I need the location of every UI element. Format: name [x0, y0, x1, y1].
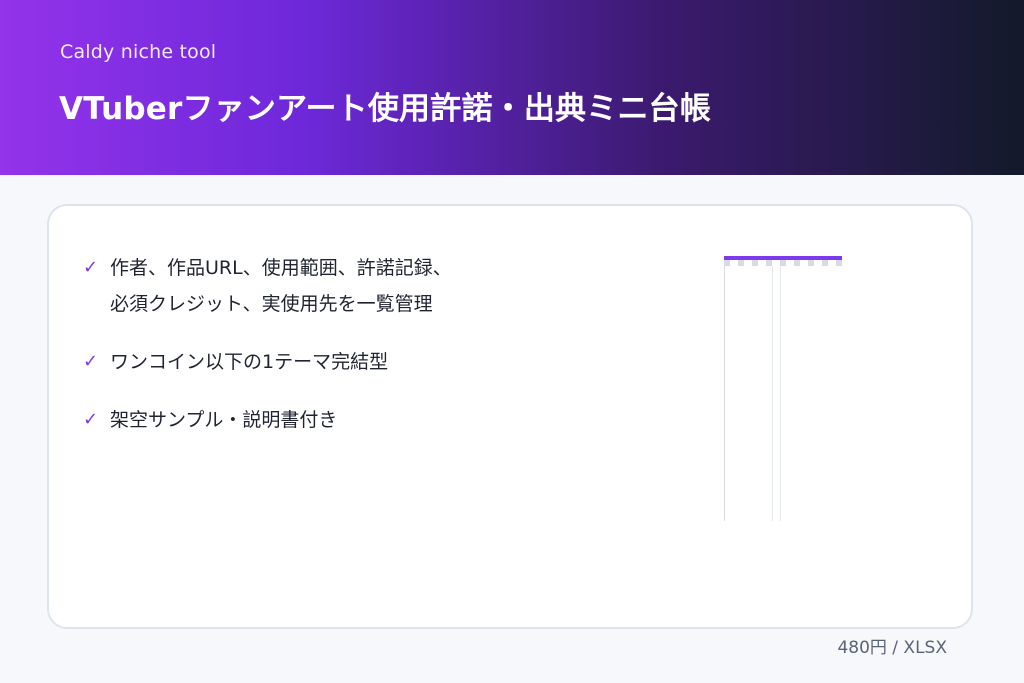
feature-item: ✓ 作者、作品URL、使用範囲、許諾記録、 必須クレジット、実使用先を一覧管理: [83, 250, 603, 322]
feature-text: 必須クレジット、実使用先を一覧管理: [110, 293, 433, 315]
price-label: 480円 / XLSX: [837, 638, 947, 658]
feature-list: ✓ 作者、作品URL、使用範囲、許諾記録、 必須クレジット、実使用先を一覧管理 …: [83, 250, 603, 460]
check-icon: ✓: [83, 409, 99, 430]
preview-gridline: [780, 266, 781, 521]
product-card: ✓ 作者、作品URL、使用範囲、許諾記録、 必須クレジット、実使用先を一覧管理 …: [47, 204, 973, 629]
feature-item: ✓ ワンコイン以下の1テーマ完結型: [83, 344, 603, 380]
check-icon: ✓: [83, 351, 99, 372]
check-icon: ✓: [83, 257, 99, 278]
preview-header-row: [724, 260, 842, 266]
feature-item: ✓ 架空サンプル・説明書付き: [83, 402, 603, 438]
page-title: VTuberファンアート使用許諾・出典ミニ台帳: [59, 91, 712, 127]
preview-gridline: [772, 266, 773, 521]
feature-text: 作者、作品URL、使用範囲、許諾記録、: [110, 257, 452, 279]
hero-banner: Caldy niche tool VTuberファンアート使用許諾・出典ミニ台帳: [0, 0, 1024, 175]
preview-gridline: [724, 266, 725, 521]
spreadsheet-preview-thumbnail: [724, 256, 842, 521]
feature-text: ワンコイン以下の1テーマ完結型: [110, 351, 389, 373]
brand-label: Caldy niche tool: [60, 41, 217, 63]
feature-text: 架空サンプル・説明書付き: [110, 409, 338, 431]
